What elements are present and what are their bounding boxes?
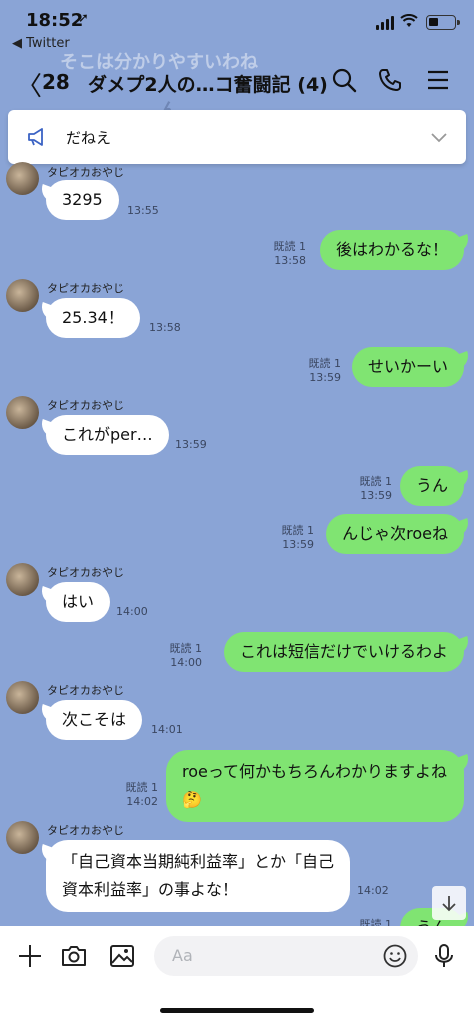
- message-bubble[interactable]: んじゃ次roeね: [326, 514, 464, 554]
- message-bubble[interactable]: 3295: [46, 180, 119, 220]
- avatar[interactable]: [6, 563, 39, 596]
- emoji-icon[interactable]: [382, 943, 408, 969]
- sender-name: タピオカおやじ: [47, 566, 124, 579]
- message-time: 14:00: [116, 605, 148, 618]
- location-arrow-icon: ➚: [78, 11, 89, 26]
- phone-icon[interactable]: [376, 66, 404, 94]
- battery-icon: [426, 15, 460, 30]
- sender-name: タピオカおやじ: [47, 282, 124, 295]
- message-time: 13:58: [149, 321, 181, 334]
- message-bubble[interactable]: 後はわかるな！: [319, 230, 464, 270]
- message-time: 14:00: [170, 656, 202, 669]
- avatar[interactable]: [6, 396, 39, 429]
- message-bubble[interactable]: うん: [399, 466, 464, 506]
- image-icon[interactable]: [108, 942, 136, 970]
- unread-count[interactable]: 28: [42, 70, 70, 94]
- message-input[interactable]: Aa: [154, 936, 418, 976]
- message-time: 13:59: [282, 538, 314, 551]
- back-chevron-icon[interactable]: 〈: [16, 66, 42, 103]
- message-time: 13:55: [127, 204, 159, 217]
- message-bubble[interactable]: これは短信だけでいけるわよ: [223, 632, 464, 672]
- avatar[interactable]: [6, 681, 39, 714]
- message-bubble[interactable]: 次こそは: [46, 700, 143, 740]
- chevron-down-icon[interactable]: [430, 128, 448, 146]
- signal-icon: [376, 16, 394, 30]
- message-bubble[interactable]: これがper…: [46, 415, 169, 455]
- message-bubble[interactable]: 25.34！: [46, 298, 140, 338]
- announcement-text: だねえ: [66, 129, 112, 147]
- megaphone-icon: [28, 128, 43, 146]
- message-time: 13:58: [274, 254, 306, 267]
- message-bubble[interactable]: せいかーい: [351, 347, 464, 387]
- home-indicator: [160, 1008, 314, 1013]
- chat-title[interactable]: ダメプ2人の…コ奮闘記 (4): [88, 70, 328, 97]
- camera-icon[interactable]: [60, 942, 88, 970]
- message-time: 14:02: [126, 795, 158, 808]
- read-receipt: 既読 1: [308, 357, 342, 370]
- input-placeholder: Aa: [172, 946, 193, 965]
- message-bubble[interactable]: roeって何かもちろんわかりますよね🤔: [166, 750, 464, 822]
- arrow-down-icon: [442, 896, 456, 912]
- sender-name: タピオカおやじ: [47, 824, 124, 837]
- avatar[interactable]: [6, 162, 39, 195]
- sender-name: タピオカおやじ: [47, 166, 124, 179]
- status-time: 18:52: [26, 10, 84, 31]
- read-receipt: 既読 1: [125, 781, 159, 794]
- message-time: 13:59: [309, 371, 341, 384]
- read-receipt: 既読 1: [359, 475, 393, 488]
- message-bubble[interactable]: はい: [46, 582, 111, 622]
- sender-name: タピオカおやじ: [47, 399, 124, 412]
- search-icon[interactable]: [330, 66, 358, 94]
- chat-header: 〈 28 ダメプ2人の…コ奮闘記 (4): [0, 58, 474, 108]
- sender-name: タピオカおやじ: [47, 684, 124, 697]
- menu-icon[interactable]: [424, 66, 452, 94]
- message-time: 13:59: [175, 438, 207, 451]
- plus-icon[interactable]: [16, 942, 44, 970]
- read-receipt: 既読 1: [169, 642, 203, 655]
- read-receipt: 既読 1: [281, 524, 315, 537]
- read-receipt: 既読 1: [273, 240, 307, 253]
- message-bubble[interactable]: 「自己資本当期純利益率」とか「自己資本利益率」の事よな！: [46, 840, 350, 912]
- announcement-banner[interactable]: だねえ: [8, 110, 466, 164]
- scroll-to-bottom-button[interactable]: [432, 886, 466, 920]
- message-time: 14:01: [151, 723, 183, 736]
- mic-icon[interactable]: [430, 942, 458, 970]
- wifi-icon: [400, 14, 418, 27]
- avatar[interactable]: [6, 821, 39, 854]
- message-time: 13:59: [360, 489, 392, 502]
- message-time: 14:02: [357, 884, 389, 897]
- avatar[interactable]: [6, 279, 39, 312]
